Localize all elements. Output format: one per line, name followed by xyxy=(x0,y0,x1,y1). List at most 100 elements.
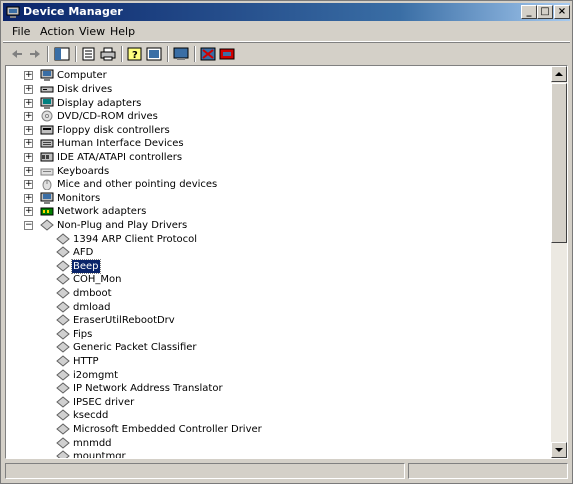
close-button[interactable]: × xyxy=(554,5,570,19)
ide-controller-icon xyxy=(40,152,54,162)
print-icon[interactable] xyxy=(99,46,117,62)
driver-icon xyxy=(56,423,70,435)
driver-icon xyxy=(56,287,70,299)
tree-node-label: Mice and other pointing devices xyxy=(57,179,218,190)
expand-icon[interactable]: + xyxy=(24,207,33,216)
monitor-icon xyxy=(40,192,54,204)
expand-icon[interactable]: + xyxy=(24,153,33,162)
tree-node-label: AFD xyxy=(73,247,94,258)
tree-node-label: ksecdd xyxy=(73,410,109,421)
tree-node-label: Human Interface Devices xyxy=(57,138,184,149)
tree-node-label: mountmgr xyxy=(73,451,126,458)
scroll-down-icon xyxy=(555,448,563,452)
driver-icon xyxy=(56,355,70,367)
scroll-up-icon xyxy=(555,72,563,76)
expand-icon[interactable]: + xyxy=(24,71,33,80)
tree-node-label: HTTP xyxy=(73,356,99,367)
scroll-down-button[interactable] xyxy=(551,442,567,458)
scroll-up-button[interactable] xyxy=(551,66,567,82)
tree-node-label: Keyboards xyxy=(57,166,110,177)
menu-view[interactable]: View xyxy=(79,25,105,38)
tree-node-label: IP Network Address Translator xyxy=(73,383,223,394)
scroll-thumb[interactable] xyxy=(551,83,567,243)
tree-node-label: EraserUtilRebootDrv xyxy=(73,315,175,326)
expand-icon[interactable]: + xyxy=(24,99,33,108)
driver-icon xyxy=(56,260,70,272)
tree-node-label: IPSEC driver xyxy=(73,397,135,408)
tree-node-label: i2omgmt xyxy=(73,370,119,381)
forward-icon[interactable] xyxy=(26,46,44,62)
driver-icon xyxy=(56,437,70,449)
minimize-button[interactable]: _ xyxy=(521,5,537,19)
expand-icon[interactable]: + xyxy=(24,194,33,203)
toolbar-separator xyxy=(75,46,77,62)
status-panel xyxy=(408,463,568,479)
expand-icon[interactable]: + xyxy=(24,139,33,148)
hid-icon xyxy=(40,139,54,148)
driver-icon xyxy=(56,301,70,313)
driver-icon xyxy=(56,328,70,340)
back-icon[interactable] xyxy=(8,46,26,62)
show-hide-tree-icon[interactable] xyxy=(53,46,71,62)
help-icon[interactable]: ? xyxy=(126,46,144,62)
uninstall-device-icon[interactable] xyxy=(218,46,236,62)
network-adapter-icon xyxy=(40,207,54,216)
menu-action[interactable]: Action xyxy=(40,25,74,38)
driver-icon xyxy=(56,396,70,408)
driver-icon xyxy=(56,246,70,258)
status-bar xyxy=(3,461,570,481)
device-tree: + Computer + Disk drives + Display adapt… xyxy=(6,66,551,458)
toolbar-separator xyxy=(121,46,123,62)
driver-icon xyxy=(40,219,54,231)
expand-icon[interactable]: + xyxy=(24,85,33,94)
driver-icon xyxy=(56,450,70,458)
driver-icon xyxy=(56,233,70,245)
tree-node-label: DVD/CD-ROM drives xyxy=(57,111,158,122)
menu-file[interactable]: File xyxy=(12,25,30,38)
driver-icon xyxy=(56,314,70,326)
menu-bar: File Action View Help xyxy=(3,22,570,42)
tree-node-label: dmboot xyxy=(73,288,112,299)
tree-node-label: 1394 ARP Client Protocol xyxy=(73,234,198,245)
toolbar-separator xyxy=(47,46,49,62)
tree-node-label: Microsoft Embedded Controller Driver xyxy=(73,424,262,435)
disable-device-icon[interactable] xyxy=(199,46,217,62)
collapse-icon[interactable]: − xyxy=(24,221,33,230)
vertical-scrollbar[interactable] xyxy=(551,66,567,458)
device-manager-window: Device Manager _ □ × File Action View He… xyxy=(0,0,573,484)
disk-drive-icon xyxy=(40,86,54,93)
maximize-button[interactable]: □ xyxy=(537,5,553,19)
display-adapter-icon xyxy=(40,97,54,109)
tree-node-label: IDE ATA/ATAPI controllers xyxy=(57,152,183,163)
menu-help[interactable]: Help xyxy=(110,25,135,38)
expand-icon[interactable]: + xyxy=(24,112,33,121)
title-bar[interactable]: Device Manager _ □ × xyxy=(3,3,570,21)
tree-node-label: Non-Plug and Play Drivers xyxy=(57,220,188,231)
tree-node-label: Computer xyxy=(57,70,107,81)
cdrom-icon xyxy=(41,110,53,122)
tree-node-label: Network adapters xyxy=(57,206,147,217)
driver-icon xyxy=(56,382,70,394)
tree-node-label: COH_Mon xyxy=(73,274,122,285)
status-panel xyxy=(5,463,405,479)
toolbar: ? xyxy=(3,42,570,65)
keyboard-icon xyxy=(40,168,54,176)
tree-node-label: Display adapters xyxy=(57,98,142,109)
window-title: Device Manager xyxy=(23,5,123,18)
expand-icon[interactable]: + xyxy=(24,180,33,189)
refresh-icon[interactable] xyxy=(145,46,163,62)
tree-node-label: Floppy disk controllers xyxy=(57,125,170,136)
device-manager-icon xyxy=(6,6,20,18)
svg-text:?: ? xyxy=(132,50,138,61)
mouse-icon xyxy=(42,179,52,190)
expand-icon[interactable]: + xyxy=(24,126,33,135)
expand-icon[interactable]: + xyxy=(24,167,33,176)
tree-node-label: mnmdd xyxy=(73,438,112,449)
scan-hardware-icon[interactable] xyxy=(172,46,190,62)
properties-icon[interactable] xyxy=(80,46,98,62)
toolbar-separator xyxy=(167,46,169,62)
driver-icon xyxy=(56,369,70,381)
tree-node-label: Generic Packet Classifier xyxy=(73,342,197,353)
toolbar-separator xyxy=(194,46,196,62)
driver-icon xyxy=(56,273,70,285)
